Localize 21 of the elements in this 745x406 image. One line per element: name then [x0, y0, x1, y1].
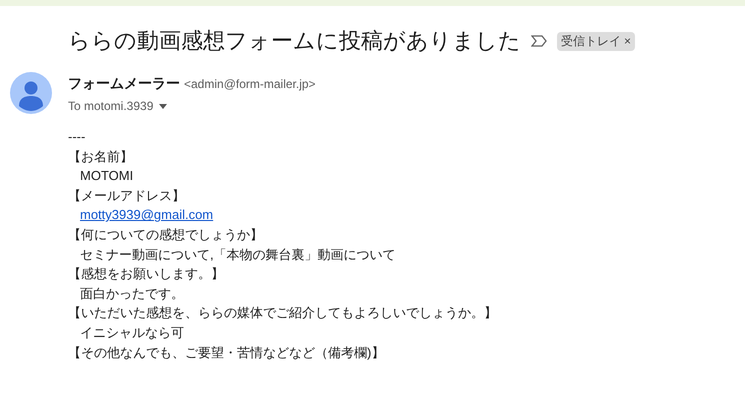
field-value: セミナー動画について,「本物の舞台裏」動画について: [80, 246, 396, 264]
field-value: MOTOMI: [80, 167, 134, 186]
body-text: ----: [68, 128, 86, 146]
email-subject: ららの動画感想フォームに投稿がありました: [68, 27, 521, 55]
remove-label-button[interactable]: ×: [624, 34, 632, 48]
important-marker-icon[interactable]: [531, 35, 547, 47]
avatar-icon: [10, 72, 52, 114]
field-label: 【メールアドレス】: [68, 186, 185, 205]
inbox-label: 受信トレイ ×: [557, 32, 636, 50]
sender-name: フォームメーラー: [68, 75, 180, 93]
field-value: イニシャルなら可: [80, 324, 184, 342]
field-label: 【感想をお願いします。】: [68, 265, 224, 284]
email-link[interactable]: motty3939@gmail.com: [80, 205, 214, 225]
field-label: 【その他なんでも、ご要望・苦情などなど（備考欄)】: [68, 344, 384, 362]
recipient: To motomi.3939: [68, 99, 154, 113]
field-label: 【お名前】: [68, 148, 133, 166]
field-value: 面白かったです。: [80, 284, 184, 303]
dropdown-caret-icon[interactable]: [159, 104, 168, 108]
field-label: 【何についての感想でしょうか】: [68, 226, 263, 244]
field-label: 【いただいた感想を、ららの媒体でご紹介してもよろしいでしょうか。】: [68, 304, 497, 322]
sender-address: <admin@form-mailer.jp>: [184, 77, 316, 91]
